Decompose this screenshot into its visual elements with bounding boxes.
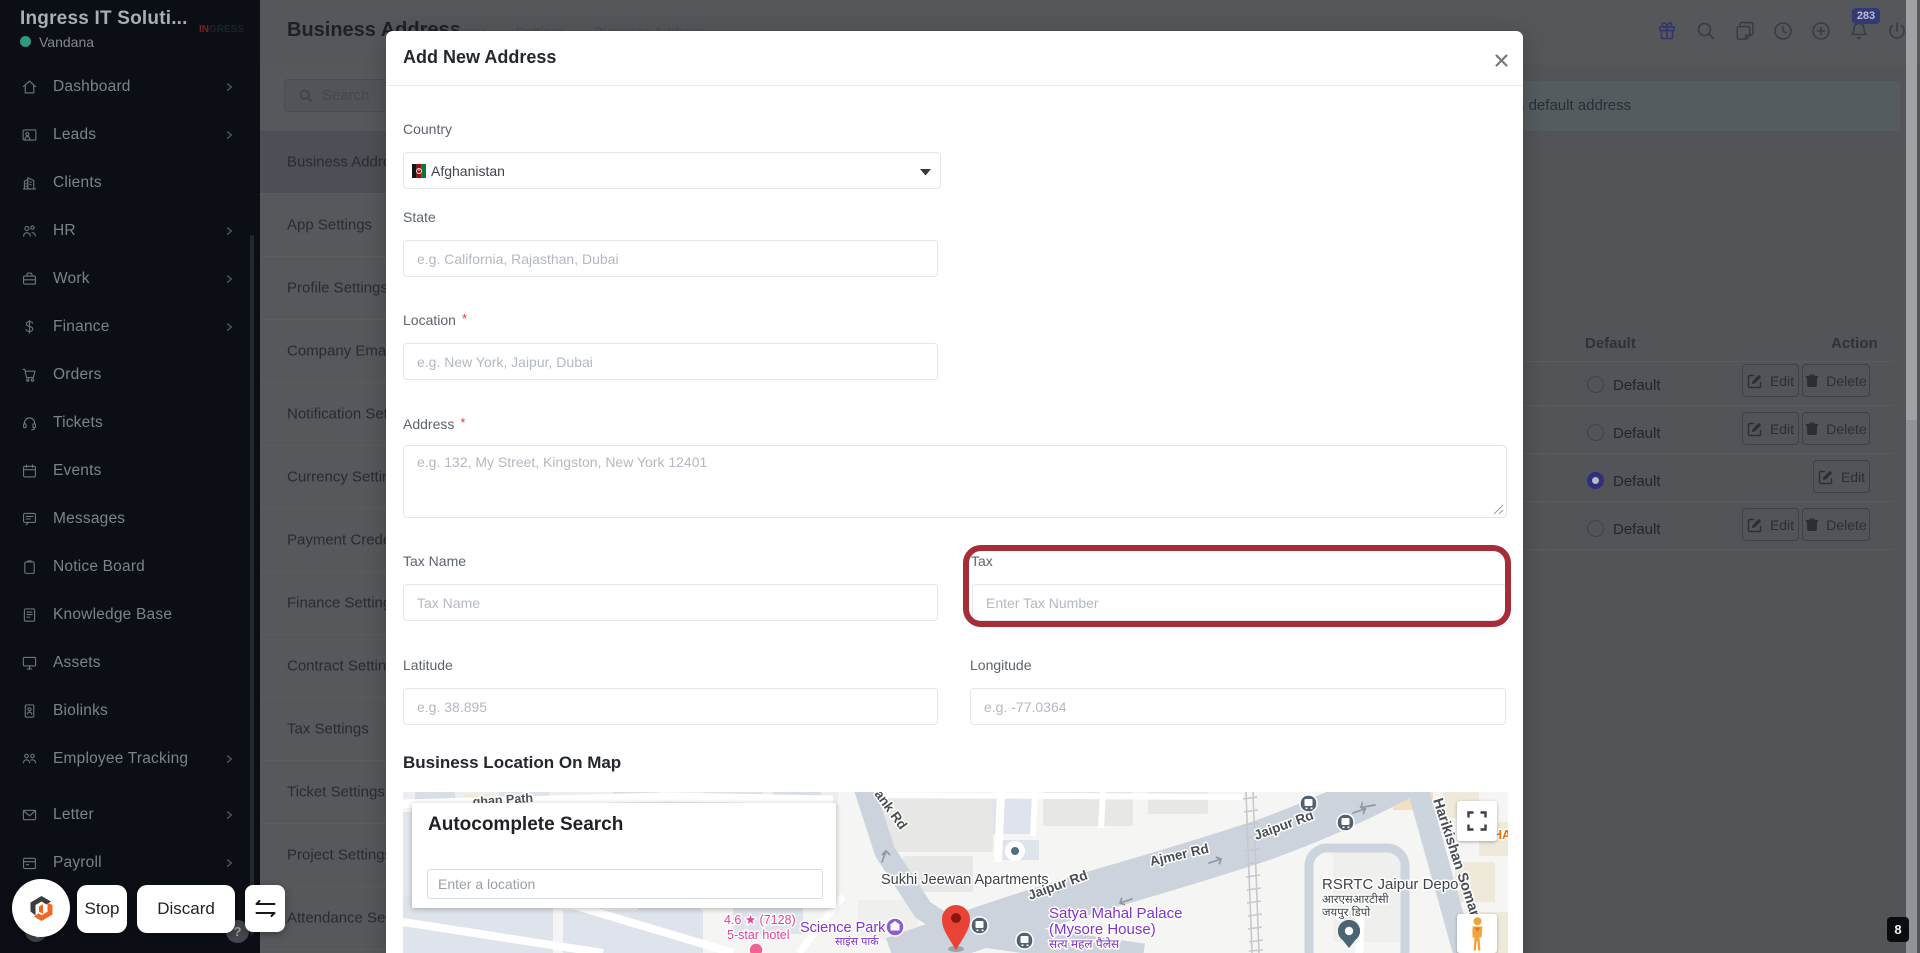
svg-text:(Mysore House): (Mysore House) [1049, 921, 1156, 938]
svg-text:साइंस पार्क: साइंस पार्क [835, 935, 879, 948]
svg-text:Science Park: Science Park [800, 920, 886, 936]
svg-text:Satya Mahal Palace: Satya Mahal Palace [1049, 905, 1182, 922]
svg-text:RSRTC Jaipur Depot: RSRTC Jaipur Depot [1322, 876, 1463, 893]
svg-text:आरएसआरटीसी: आरएसआरटीसी [1322, 892, 1390, 906]
svg-text:Sukhi Jeewan Apartments: Sukhi Jeewan Apartments [881, 872, 1049, 888]
svg-text:सत्य महल पैलेस: सत्य महल पैलेस [1049, 937, 1120, 951]
svg-text:5-star hotel: 5-star hotel [727, 928, 790, 942]
svg-text:जयपुर डिपो: जयपुर डिपो [1322, 905, 1371, 920]
svg-text:4.6 ★ (7128): 4.6 ★ (7128) [724, 913, 796, 927]
